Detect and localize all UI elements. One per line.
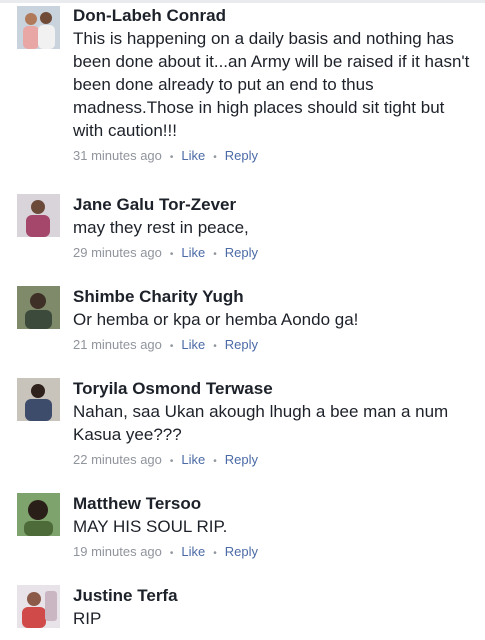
separator-dot: • [213, 548, 217, 559]
reply-button[interactable]: Reply [225, 544, 258, 559]
comment-meta: 21 minutes ago • Like • Reply [73, 336, 473, 356]
avatar[interactable] [17, 194, 60, 237]
like-button[interactable]: Like [181, 148, 205, 163]
separator-dot: • [169, 249, 174, 260]
like-button[interactable]: Like [181, 337, 205, 352]
comment-author[interactable]: Justine Terfa [73, 585, 473, 607]
reply-button[interactable]: Reply [225, 452, 258, 467]
comment-text: MAY HIS SOUL RIP. [73, 517, 228, 536]
comment-text: RIP [73, 609, 102, 628]
reply-button[interactable]: Reply [225, 337, 258, 352]
comment-time[interactable]: 22 minutes ago [73, 452, 162, 467]
comment-text: may they rest in peace, [73, 218, 249, 237]
avatar[interactable] [17, 286, 60, 329]
separator-dot: • [213, 456, 217, 467]
comment-author[interactable]: Don-Labeh Conrad [73, 5, 473, 27]
avatar[interactable] [17, 585, 60, 628]
top-divider [0, 0, 485, 3]
separator-dot: • [169, 548, 174, 559]
avatar[interactable] [17, 493, 60, 536]
comment-author[interactable]: Toryila Osmond Terwase [73, 378, 473, 400]
comment-meta: 29 minutes ago • Like • Reply [73, 244, 473, 264]
comment-time[interactable]: 19 minutes ago [73, 544, 162, 559]
avatar[interactable] [17, 378, 60, 421]
comment-text: Or hemba or kpa or hemba Aondo ga! [73, 310, 359, 329]
separator-dot: • [169, 152, 174, 163]
comment-text: Nahan, saa Ukan akough lhugh a bee man a… [73, 402, 449, 444]
separator-dot: • [169, 341, 174, 352]
comment-time[interactable]: 29 minutes ago [73, 245, 162, 260]
separator-dot: • [213, 152, 217, 163]
comment-author[interactable]: Matthew Tersoo [73, 493, 473, 515]
comment-author[interactable]: Shimbe Charity Yugh [73, 286, 473, 308]
separator-dot: • [213, 341, 217, 352]
like-button[interactable]: Like [181, 245, 205, 260]
separator-dot: • [169, 456, 174, 467]
like-button[interactable]: Like [181, 544, 205, 559]
comment-meta: 19 minutes ago • Like • Reply [73, 543, 473, 563]
comment-time[interactable]: 21 minutes ago [73, 337, 162, 352]
reply-button[interactable]: Reply [225, 148, 258, 163]
like-button[interactable]: Like [181, 452, 205, 467]
separator-dot: • [213, 249, 217, 260]
comment-meta: 22 minutes ago • Like • Reply [73, 451, 473, 471]
comment-text: This is happening on a daily basis and n… [73, 29, 470, 140]
reply-button[interactable]: Reply [225, 245, 258, 260]
comment-author[interactable]: Jane Galu Tor-Zever [73, 194, 473, 216]
comment-time[interactable]: 31 minutes ago [73, 148, 162, 163]
comment-meta: 31 minutes ago • Like • Reply [73, 147, 473, 167]
avatar[interactable] [17, 6, 60, 49]
